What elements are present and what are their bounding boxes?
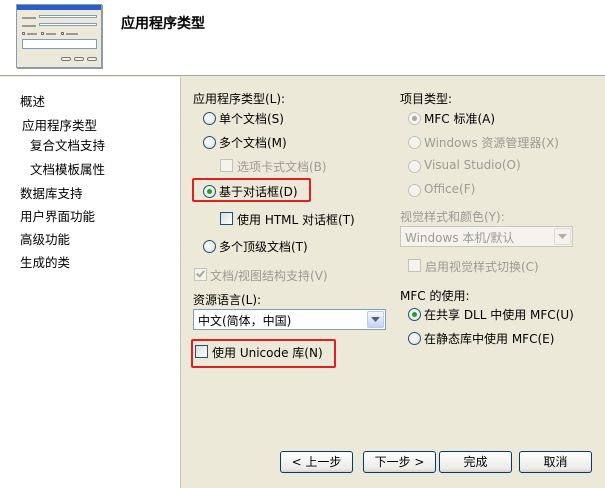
radio-windows-explorer[interactable] bbox=[408, 136, 421, 149]
cancel-button[interactable]: 取消 bbox=[519, 451, 592, 473]
previous-button[interactable]: < 上一步 bbox=[280, 451, 353, 473]
checkbox-doc-view-support[interactable] bbox=[194, 268, 207, 281]
nav-item-application-type[interactable]: 应用程序类型 bbox=[22, 115, 97, 134]
nav-item-compound-document[interactable]: 复合文档支持 bbox=[30, 135, 105, 154]
windows-explorer-label: Windows 资源管理器(X) bbox=[424, 136, 559, 150]
nav-item-document-template[interactable]: 文档模板属性 bbox=[30, 159, 105, 178]
chevron-down-icon[interactable] bbox=[554, 228, 571, 245]
visual-studio-label: Visual Studio(O) bbox=[424, 158, 521, 172]
use-unicode-label: 使用 Unicode 库(N) bbox=[212, 346, 323, 360]
checkbox-enable-visual-style-switch[interactable] bbox=[408, 259, 421, 272]
radio-office[interactable] bbox=[408, 184, 421, 197]
radio-mfc-standard[interactable] bbox=[408, 112, 421, 125]
use-html-dialog-label: 使用 HTML 对话框(T) bbox=[237, 213, 355, 227]
nav-item-overview[interactable]: 概述 bbox=[20, 91, 45, 110]
options-panel: 应用程序类型(L): 单个文档(S) 多个文档(M) 选项卡式文档(B) 基于对… bbox=[182, 77, 605, 488]
radio-dialog-based[interactable] bbox=[203, 185, 216, 198]
enable-visual-style-switch-label: 启用视觉样式切换(C) bbox=[425, 260, 539, 274]
resource-language-select[interactable]: 中文(简体，中国) bbox=[193, 309, 386, 330]
checkbox-use-html-dialog[interactable] bbox=[220, 212, 233, 225]
multiple-documents-label: 多个文档(M) bbox=[219, 136, 287, 150]
app-type-label: 应用程序类型(L): bbox=[193, 92, 286, 106]
multiple-toplevel-label: 多个顶级文档(T) bbox=[219, 240, 308, 254]
dialog-based-label: 基于对话框(D) bbox=[219, 185, 298, 199]
visual-style-select[interactable]: Windows 本机/默认 bbox=[400, 226, 573, 247]
chevron-down-icon[interactable] bbox=[367, 311, 384, 328]
page-title: 应用程序类型 bbox=[121, 16, 205, 32]
resource-language-label: 资源语言(L): bbox=[193, 293, 262, 307]
single-document-label: 单个文档(S) bbox=[219, 112, 284, 126]
mfc-use-label: MFC 的使用: bbox=[400, 289, 470, 303]
project-type-label: 项目类型: bbox=[400, 92, 453, 106]
static-lib-label: 在静态库中使用 MFC(E) bbox=[424, 332, 555, 346]
doc-view-support-label: 文档/视图结构支持(V) bbox=[210, 269, 328, 283]
nav-item-ui-features[interactable]: 用户界面功能 bbox=[20, 206, 95, 225]
mfc-standard-label: MFC 标准(A) bbox=[424, 112, 496, 126]
finish-button[interactable]: 完成 bbox=[439, 451, 512, 473]
checkbox-use-unicode[interactable] bbox=[195, 345, 208, 358]
radio-multiple-toplevel[interactable] bbox=[203, 240, 216, 253]
dialog-thumbnail-icon bbox=[16, 4, 102, 68]
radio-shared-dll[interactable] bbox=[408, 308, 421, 321]
nav-item-database-support[interactable]: 数据库支持 bbox=[20, 183, 83, 202]
radio-multiple-documents[interactable] bbox=[203, 136, 216, 149]
wizard-nav: 概述 应用程序类型 复合文档支持 文档模板属性 数据库支持 用户界面功能 高级功… bbox=[0, 77, 181, 488]
resource-language-value: 中文(简体，中国) bbox=[198, 314, 292, 328]
radio-single-document[interactable] bbox=[203, 112, 216, 125]
tabbed-documents-label: 选项卡式文档(B) bbox=[237, 160, 327, 174]
nav-item-advanced-features[interactable]: 高级功能 bbox=[20, 229, 70, 248]
visual-style-value: Windows 本机/默认 bbox=[405, 231, 515, 245]
visual-style-label: 视觉样式和颜色(Y): bbox=[400, 210, 505, 224]
checkbox-tabbed-documents[interactable] bbox=[220, 159, 233, 172]
nav-item-generated-classes[interactable]: 生成的类 bbox=[20, 252, 70, 271]
shared-dll-label: 在共享 DLL 中使用 MFC(U) bbox=[424, 308, 574, 322]
radio-static-lib[interactable] bbox=[408, 332, 421, 345]
wizard-header: 应用程序类型 bbox=[0, 0, 605, 76]
next-button[interactable]: 下一步 > bbox=[363, 451, 436, 473]
office-label: Office(F) bbox=[424, 182, 476, 196]
radio-visual-studio[interactable] bbox=[408, 160, 421, 173]
